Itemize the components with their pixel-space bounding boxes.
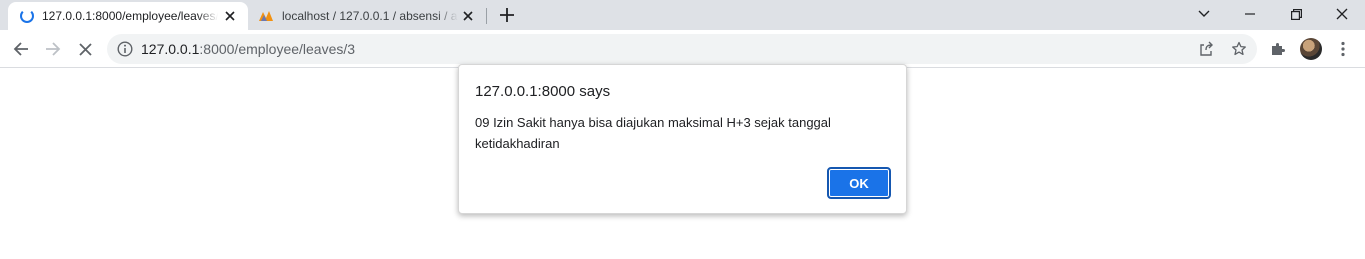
tab-search-button[interactable] bbox=[1181, 0, 1227, 28]
stop-loading-button[interactable] bbox=[73, 37, 97, 61]
dialog-message: 09 Izin Sakit hanya bisa diajukan maksim… bbox=[475, 115, 831, 151]
menu-button[interactable] bbox=[1331, 37, 1355, 61]
close-icon bbox=[1336, 8, 1348, 20]
address-bar[interactable]: 127.0.0.1:8000/employee/leaves/3 bbox=[107, 34, 1257, 64]
star-icon[interactable] bbox=[1231, 41, 1247, 57]
loading-spinner-icon bbox=[20, 9, 34, 23]
info-icon[interactable] bbox=[117, 41, 133, 57]
back-button[interactable] bbox=[9, 37, 33, 61]
close-window-button[interactable] bbox=[1319, 0, 1365, 28]
minimize-button[interactable] bbox=[1227, 0, 1273, 28]
puzzle-icon bbox=[1272, 43, 1285, 55]
url-path: :8000/employee/leaves/3 bbox=[199, 41, 356, 57]
url-host: 127.0.0.1 bbox=[141, 41, 200, 57]
arrow-left-icon bbox=[13, 42, 28, 56]
close-tab-icon[interactable] bbox=[460, 8, 476, 24]
close-tab-icon[interactable] bbox=[222, 8, 238, 24]
dialog-title: 127.0.0.1:8000 says bbox=[475, 83, 611, 100]
minimize-icon bbox=[1245, 13, 1255, 15]
more-vertical-icon bbox=[1341, 41, 1345, 57]
close-icon bbox=[78, 42, 92, 56]
tab-title: 127.0.0.1:8000/employee/leaves/3 bbox=[42, 9, 218, 23]
restore-icon bbox=[1290, 8, 1302, 20]
tab-strip: 127.0.0.1:8000/employee/leaves/3 localho… bbox=[0, 0, 1365, 30]
phpmyadmin-icon bbox=[259, 11, 273, 21]
url-text[interactable]: 127.0.0.1:8000/employee/leaves/3 bbox=[141, 41, 355, 57]
forward-button[interactable] bbox=[41, 37, 65, 61]
tab-title: localhost / 127.0.0.1 / absensi / absenc… bbox=[282, 9, 458, 23]
ok-button[interactable]: OK bbox=[827, 167, 891, 199]
tab-phpmyadmin[interactable]: localhost / 127.0.0.1 / absensi / absenc… bbox=[248, 2, 486, 30]
alert-dialog: 127.0.0.1:8000 says 09 Izin Sakit hanya … bbox=[458, 64, 907, 214]
arrow-right-icon bbox=[46, 42, 61, 56]
tab-separator bbox=[486, 8, 487, 24]
profile-avatar[interactable] bbox=[1300, 38, 1322, 60]
chevron-down-icon bbox=[1198, 10, 1210, 17]
browser-toolbar: 127.0.0.1:8000/employee/leaves/3 bbox=[0, 30, 1365, 68]
extensions-button[interactable] bbox=[1266, 37, 1290, 61]
new-tab-button[interactable] bbox=[497, 5, 517, 25]
tab-employee-leaves[interactable]: 127.0.0.1:8000/employee/leaves/3 bbox=[8, 2, 248, 30]
plus-icon bbox=[500, 8, 514, 22]
restore-button[interactable] bbox=[1273, 0, 1319, 28]
share-icon[interactable] bbox=[1198, 41, 1214, 57]
